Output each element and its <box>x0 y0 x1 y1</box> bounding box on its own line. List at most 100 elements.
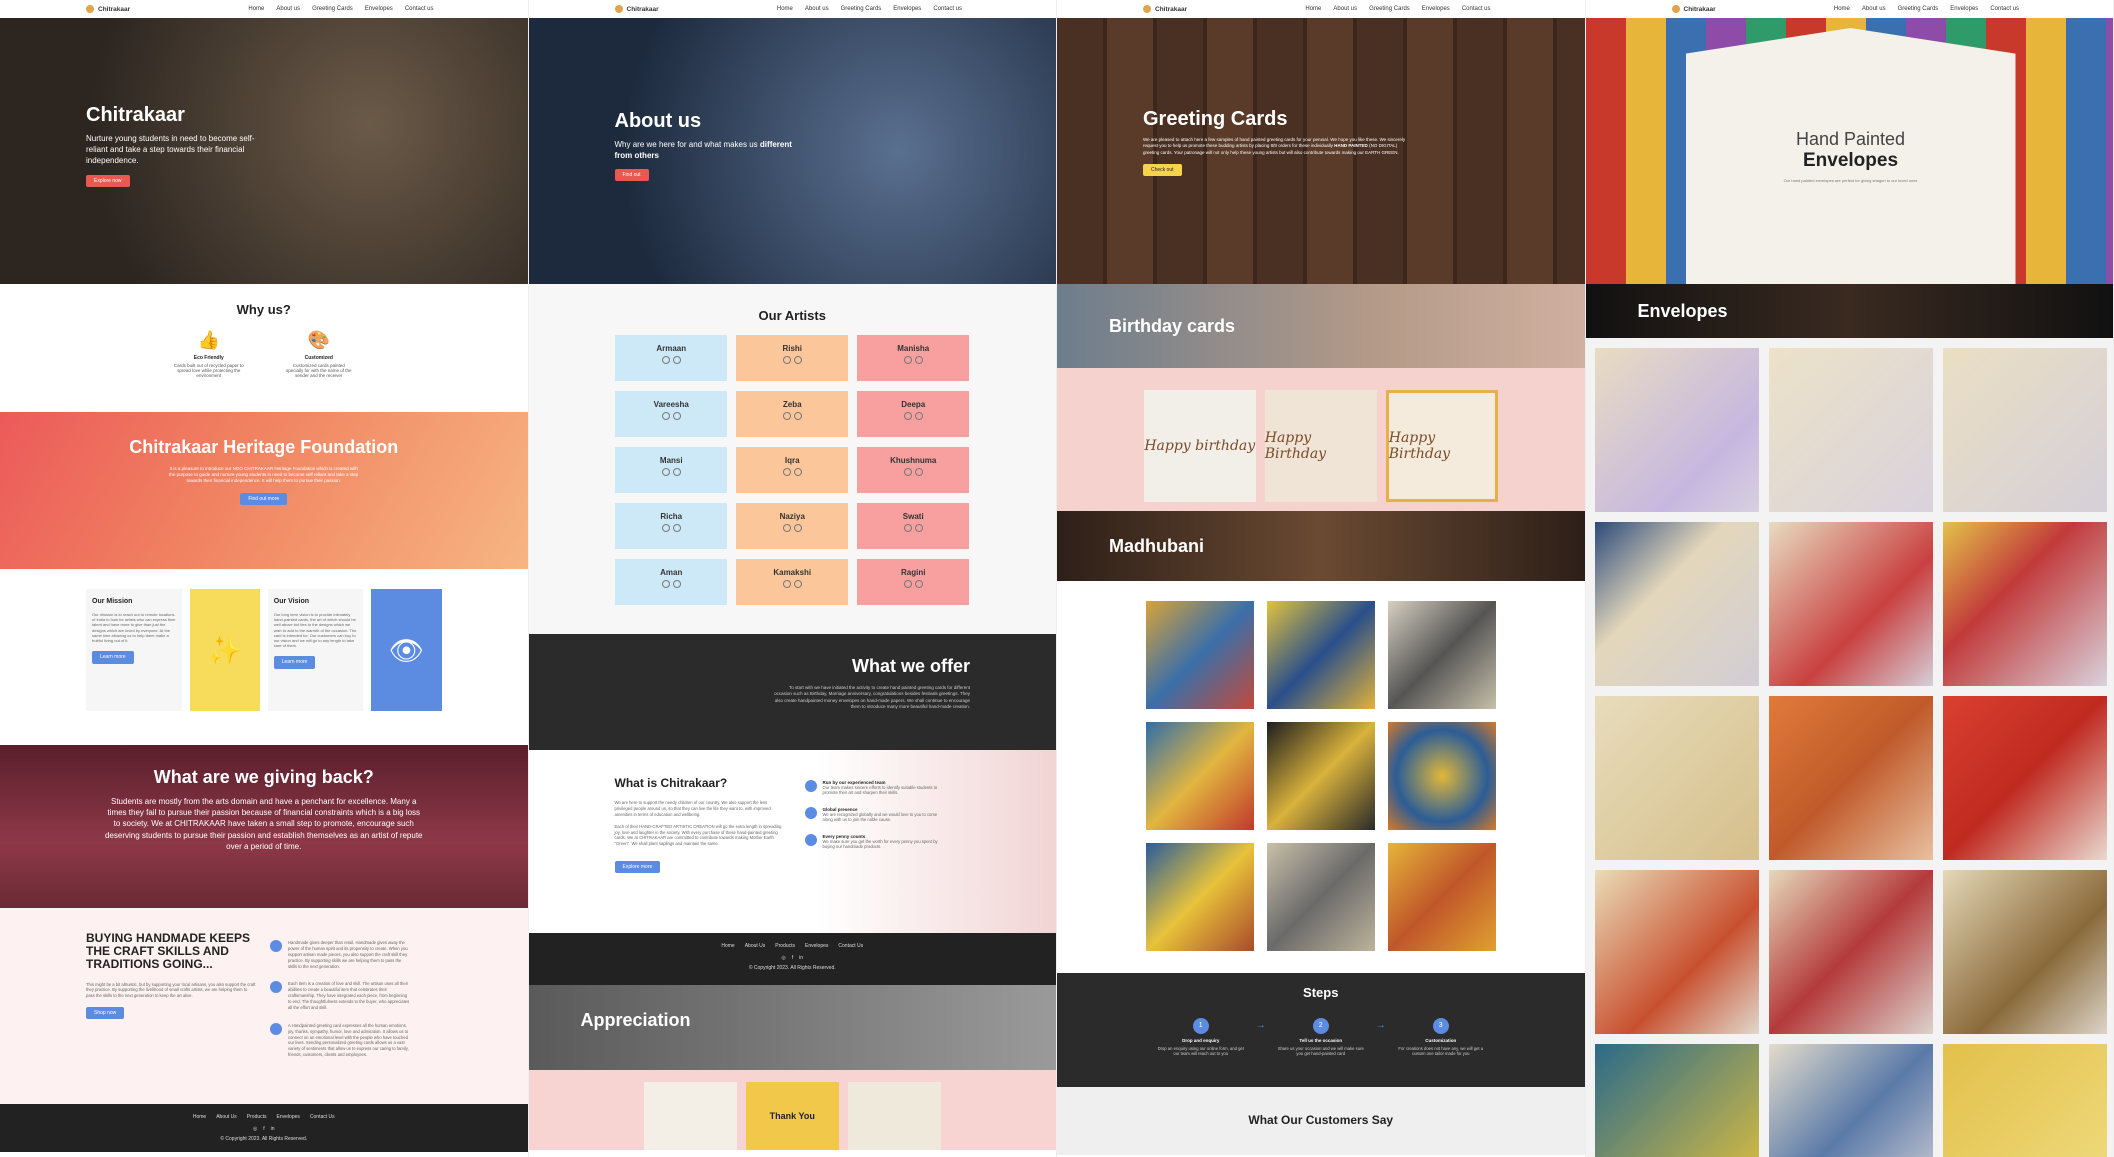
instagram-icon[interactable]: ◎ <box>781 955 785 961</box>
instagram-icon[interactable] <box>914 580 923 588</box>
artist-card[interactable]: Naziya <box>736 503 849 549</box>
nav-contact[interactable]: Contact us <box>933 6 962 12</box>
instagram-icon[interactable] <box>793 468 802 476</box>
instagram-icon[interactable] <box>793 524 802 532</box>
nav-contact[interactable]: Contact us <box>1990 6 2019 12</box>
nav-home[interactable]: Home <box>248 6 264 12</box>
birthday-card[interactable]: Happy birthday <box>1143 390 1256 502</box>
instagram-icon[interactable] <box>672 356 681 364</box>
nav-about[interactable]: About us <box>1333 6 1357 12</box>
nav-envelopes[interactable]: Envelopes <box>893 6 921 12</box>
instagram-icon[interactable] <box>914 412 923 420</box>
instagram-icon[interactable] <box>672 468 681 476</box>
nav-envelopes[interactable]: Envelopes <box>365 6 393 12</box>
birthday-card[interactable]: Happy Birthday <box>1264 390 1377 502</box>
facebook-icon[interactable] <box>661 580 670 588</box>
artist-card[interactable]: Mansi <box>615 447 728 493</box>
find-out-button[interactable]: Find out <box>614 169 649 182</box>
footer-home[interactable]: Home <box>193 1114 206 1120</box>
envelope-item[interactable] <box>1768 696 1933 860</box>
instagram-icon[interactable] <box>793 412 802 420</box>
madhubani-painting[interactable] <box>1264 720 1377 832</box>
envelope-item[interactable] <box>1768 348 1933 512</box>
artist-card[interactable]: Richa <box>615 503 728 549</box>
footer-home[interactable]: Home <box>721 943 734 949</box>
explore-more-button[interactable]: Explore more <box>614 861 661 874</box>
brand-logo[interactable]: Chitrakaar <box>86 5 130 13</box>
instagram-icon[interactable] <box>672 580 681 588</box>
facebook-icon[interactable] <box>782 356 791 364</box>
nav-about[interactable]: About us <box>1862 6 1886 12</box>
footer-contact[interactable]: Contact Us <box>838 943 863 949</box>
madhubani-painting[interactable] <box>1143 720 1256 832</box>
artist-card[interactable]: Khushnuma <box>857 447 970 493</box>
instagram-icon[interactable] <box>914 468 923 476</box>
mission-learn-more-button[interactable]: Learn more <box>92 651 134 664</box>
envelope-item[interactable] <box>1594 522 1759 686</box>
nav-greeting-cards[interactable]: Greeting Cards <box>1369 6 1410 12</box>
appreciation-card-thank-you[interactable]: Thank You <box>745 1082 839 1150</box>
envelope-item[interactable] <box>1594 1044 1759 1157</box>
nav-about[interactable]: About us <box>276 6 300 12</box>
facebook-icon[interactable] <box>661 412 670 420</box>
footer-envelopes[interactable]: Envelopes <box>277 1114 300 1120</box>
footer-contact[interactable]: Contact Us <box>310 1114 335 1120</box>
nav-envelopes[interactable]: Envelopes <box>1422 6 1450 12</box>
explore-button[interactable]: Explore now <box>86 174 130 187</box>
instagram-icon[interactable] <box>793 356 802 364</box>
artist-card[interactable]: Manisha <box>857 335 970 381</box>
envelope-item[interactable] <box>1594 870 1759 1034</box>
facebook-icon[interactable] <box>903 412 912 420</box>
instagram-icon[interactable] <box>914 524 923 532</box>
artist-card[interactable]: Armaan <box>615 335 728 381</box>
brand-logo[interactable]: Chitrakaar <box>1671 5 1716 13</box>
artist-card[interactable]: Vareesha <box>615 391 728 437</box>
nav-contact[interactable]: Contact us <box>1462 6 1491 12</box>
check-out-button[interactable]: Check out <box>1143 163 1182 176</box>
madhubani-painting[interactable] <box>1385 841 1498 953</box>
facebook-icon[interactable] <box>903 468 912 476</box>
envelope-item[interactable] <box>1942 870 2107 1034</box>
facebook-icon[interactable]: f <box>792 955 793 961</box>
facebook-icon[interactable]: f <box>263 1126 264 1132</box>
instagram-icon[interactable] <box>672 524 681 532</box>
envelope-item[interactable] <box>1768 870 1933 1034</box>
facebook-icon[interactable] <box>782 580 791 588</box>
nav-envelopes[interactable]: Envelopes <box>1950 6 1978 12</box>
footer-envelopes[interactable]: Envelopes <box>805 943 828 949</box>
facebook-icon[interactable] <box>661 524 670 532</box>
artist-card[interactable]: Rishi <box>736 335 849 381</box>
facebook-icon[interactable] <box>903 356 912 364</box>
facebook-icon[interactable] <box>903 524 912 532</box>
artist-card[interactable]: Kamakshi <box>736 559 849 605</box>
footer-about[interactable]: About Us <box>216 1114 237 1120</box>
envelope-item[interactable] <box>1942 348 2107 512</box>
envelope-item[interactable] <box>1942 696 2107 860</box>
facebook-icon[interactable] <box>782 412 791 420</box>
facebook-icon[interactable] <box>661 356 670 364</box>
madhubani-painting[interactable] <box>1264 841 1377 953</box>
artist-card[interactable]: Swati <box>857 503 970 549</box>
madhubani-painting[interactable] <box>1143 599 1256 711</box>
appreciation-card-flowers[interactable] <box>643 1082 737 1150</box>
linkedin-icon[interactable]: in <box>271 1126 275 1132</box>
nav-greeting-cards[interactable]: Greeting Cards <box>312 6 353 12</box>
artist-card[interactable]: Ragini <box>857 559 970 605</box>
artist-card[interactable]: Iqra <box>736 447 849 493</box>
find-out-more-button[interactable]: Find out more <box>240 492 288 505</box>
facebook-icon[interactable] <box>782 468 791 476</box>
footer-about[interactable]: About Us <box>745 943 766 949</box>
envelope-item[interactable] <box>1594 696 1759 860</box>
footer-products[interactable]: Products <box>247 1114 267 1120</box>
shop-now-button[interactable]: Shop now <box>86 1007 125 1020</box>
madhubani-painting[interactable] <box>1143 841 1256 953</box>
vision-learn-more-button[interactable]: Learn more <box>273 656 316 669</box>
birthday-card[interactable]: Happy Birthday <box>1385 390 1498 502</box>
nav-about[interactable]: About us <box>805 6 829 12</box>
appreciation-card-balloons[interactable] <box>847 1082 941 1150</box>
nav-home[interactable]: Home <box>1305 6 1321 12</box>
envelope-item[interactable] <box>1942 522 2107 686</box>
nav-greeting-cards[interactable]: Greeting Cards <box>841 6 882 12</box>
envelope-item[interactable] <box>1768 522 1933 686</box>
nav-contact[interactable]: Contact us <box>405 6 434 12</box>
